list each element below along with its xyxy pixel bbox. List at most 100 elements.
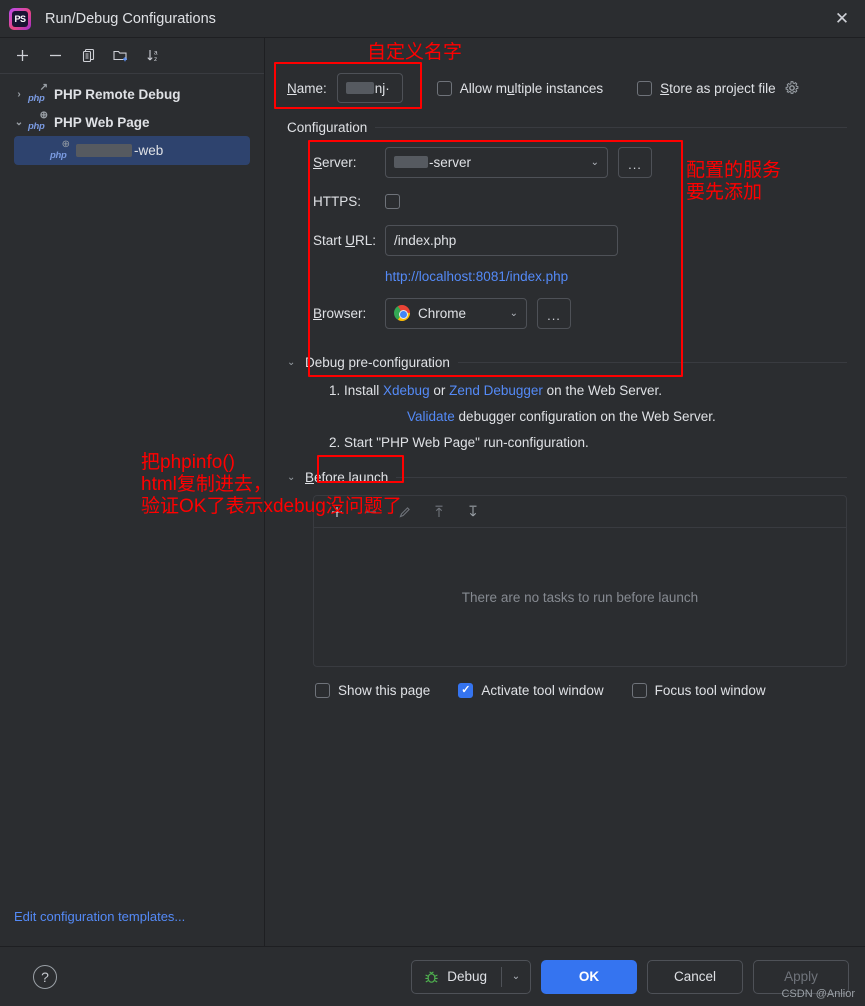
before-launch-task-list: There are no tasks to run before launch <box>313 495 847 667</box>
activate-tool-window-checkbox[interactable]: Activate tool window <box>458 683 604 698</box>
debug-step-1: 1. Install Xdebug or Zend Debugger on th… <box>329 378 865 404</box>
before-launch-title: Before launch <box>305 470 389 485</box>
https-label: HTTPS: <box>313 193 362 209</box>
add-configuration-button[interactable] <box>7 42 37 70</box>
step1-mid: or <box>429 383 450 398</box>
php-web-icon: php ⊕ <box>50 138 70 161</box>
zend-debugger-link[interactable]: Zend Debugger <box>449 383 543 398</box>
validate-link[interactable]: Validate <box>407 409 455 424</box>
tree-node-label: PHP Web Page <box>54 114 150 130</box>
validate-suffix: debugger configuration on the Web Server… <box>454 409 716 424</box>
section-divider <box>457 362 847 363</box>
tree-node-php-remote-debug[interactable]: › php ↗ PHP Remote Debug <box>0 80 264 108</box>
configurations-toolbar: a z <box>0 38 264 74</box>
checkbox-box[interactable] <box>637 80 653 96</box>
chevron-down-icon[interactable]: ⌄ <box>10 117 28 128</box>
before-launch-section-header[interactable]: ⌄ Before launch <box>287 470 865 485</box>
server-value: -server <box>429 154 472 170</box>
sort-configurations-button[interactable]: a z <box>139 42 169 70</box>
debug-preconfiguration-steps: 1. Install Xdebug or Zend Debugger on th… <box>265 378 865 456</box>
redacted-value <box>345 82 374 94</box>
focus-tool-window-label: Focus tool window <box>654 683 766 698</box>
browser-value: Chrome <box>418 305 467 321</box>
name-row: Name: nj· Allow multiple instances Store… <box>265 70 865 106</box>
debug-button[interactable]: Debug ⌄ <box>411 959 531 994</box>
phpstorm-logo-icon: PS <box>9 7 31 30</box>
checkbox-box[interactable] <box>315 683 330 698</box>
server-label: Server: <box>313 154 357 170</box>
configurations-panel: a z › php ↗ PHP Remote Debug ⌄ php ⊕ PHP… <box>0 38 265 946</box>
tree-node-php-web-page[interactable]: ⌄ php ⊕ PHP Web Page <box>0 108 264 136</box>
gear-icon[interactable] <box>784 80 800 96</box>
store-as-project-file-checkbox[interactable]: Store as project file <box>637 80 800 96</box>
action-buttons: Debug ⌄ OK Cancel Apply <box>411 959 849 994</box>
https-row: HTTPS: <box>265 183 865 219</box>
checkbox-box[interactable] <box>458 683 474 698</box>
edit-task-button[interactable] <box>390 498 420 526</box>
dialog-button-bar: ? Debug ⌄ OK Cancel Apply <box>0 946 865 1006</box>
server-row: Server: -server ⌄ ... <box>265 141 865 183</box>
configuration-editor-panel: Name: nj· Allow multiple instances Store… <box>265 38 865 946</box>
debug-step-2: 2. Start "PHP Web Page" run-configuratio… <box>329 435 589 450</box>
tree-node-selected-web-config[interactable]: php ⊕ -web <box>14 136 250 165</box>
xdebug-link[interactable]: Xdebug <box>383 383 430 398</box>
configuration-section-title: Configuration <box>287 120 368 135</box>
name-input[interactable]: nj· <box>336 73 403 103</box>
step1-prefix: 1. Install <box>329 383 384 398</box>
copy-configuration-button[interactable] <box>73 42 103 70</box>
chrome-icon <box>394 305 410 321</box>
show-this-page-checkbox[interactable]: Show this page <box>315 683 430 698</box>
server-dropdown[interactable]: -server ⌄ <box>385 146 608 178</box>
browser-label: Browser: <box>313 305 367 321</box>
checkbox-box[interactable] <box>631 683 647 698</box>
debug-preconfiguration-title: Debug pre-configuration <box>305 355 450 370</box>
cancel-button[interactable]: Cancel <box>647 959 743 994</box>
focus-tool-window-checkbox[interactable]: Focus tool window <box>631 683 766 698</box>
url-preview-link[interactable]: http://localhost:8081/index.php <box>265 261 865 291</box>
bug-icon <box>424 970 439 984</box>
help-button[interactable]: ? <box>33 964 57 989</box>
before-launch-toolbar <box>314 496 846 528</box>
name-label: Name: <box>287 80 327 96</box>
edit-configuration-templates-link[interactable]: Edit configuration templates... <box>14 909 185 924</box>
tree-node-label: PHP Remote Debug <box>54 86 181 102</box>
chevron-down-icon[interactable]: ⌄ <box>287 472 297 483</box>
chevron-down-icon[interactable]: ⌄ <box>287 357 297 368</box>
activate-tool-window-label: Activate tool window <box>481 683 604 698</box>
browser-dropdown[interactable]: Chrome ⌄ <box>385 297 527 329</box>
move-task-down-button[interactable] <box>458 498 488 526</box>
browser-row: Browser: Chrome ⌄ ... <box>265 291 865 335</box>
svg-text:z: z <box>154 56 157 63</box>
before-launch-empty-message: There are no tasks to run before launch <box>461 589 699 605</box>
browser-browse-button[interactable]: ... <box>537 297 571 329</box>
debug-preconfiguration-section-header[interactable]: ⌄ Debug pre-configuration <box>287 355 865 370</box>
move-task-up-button[interactable] <box>424 498 454 526</box>
debug-dropdown-chevron-down-icon[interactable]: ⌄ <box>502 961 530 993</box>
start-url-value: /index.php <box>394 232 457 248</box>
chevron-down-icon[interactable]: ⌄ <box>510 308 518 319</box>
show-this-page-label: Show this page <box>338 683 431 698</box>
remove-task-button[interactable] <box>356 498 386 526</box>
debug-button-main[interactable]: Debug <box>412 961 501 993</box>
add-task-button[interactable] <box>322 498 352 526</box>
remove-configuration-button[interactable] <box>40 42 70 70</box>
dialog-body: a z › php ↗ PHP Remote Debug ⌄ php ⊕ PHP… <box>0 38 865 946</box>
close-icon[interactable]: ✕ <box>819 0 865 37</box>
redacted-name <box>76 144 132 157</box>
logo-text: PS <box>14 13 26 24</box>
php-remote-icon: php ↗ <box>28 82 48 105</box>
checkbox-box[interactable] <box>436 80 452 96</box>
allow-multiple-instances-checkbox[interactable]: Allow multiple instances <box>436 80 603 96</box>
apply-button[interactable]: Apply <box>753 959 849 994</box>
https-checkbox[interactable] <box>385 193 400 209</box>
new-folder-button[interactable] <box>106 42 136 70</box>
chevron-down-icon[interactable]: ⌄ <box>591 157 599 168</box>
launch-options-row: Show this page Activate tool window Focu… <box>265 683 865 698</box>
start-url-input[interactable]: /index.php <box>385 224 618 256</box>
chevron-right-icon[interactable]: › <box>10 89 28 100</box>
server-browse-button[interactable]: ... <box>618 146 652 178</box>
tree-node-label: -web <box>134 143 164 158</box>
ok-button[interactable]: OK <box>541 959 637 994</box>
php-web-icon: php ⊕ <box>28 110 48 133</box>
title-bar: PS Run/Debug Configurations ✕ <box>0 0 865 38</box>
